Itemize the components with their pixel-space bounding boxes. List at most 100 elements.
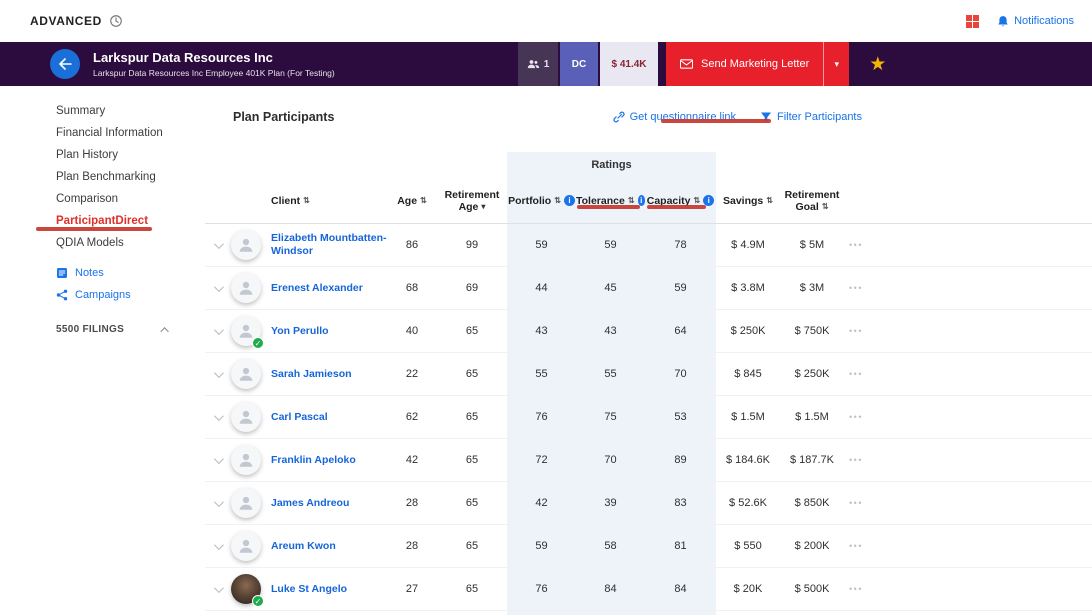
person-icon — [237, 451, 255, 469]
capacity-rating-value: 78 — [645, 224, 716, 266]
sidebar-item-qdia-models[interactable]: QDIA Models — [0, 232, 205, 254]
column-header-retirement-goal[interactable]: Retirement Goal ⇅ — [780, 178, 844, 223]
retirement-goal-value: $ 3M — [780, 267, 844, 309]
savings-value: $ 4.9M — [716, 224, 780, 266]
table-header-row: Client ⇅ Age ⇅ Retirement Age ▾ Portfoli… — [205, 178, 1092, 224]
person-icon — [237, 408, 255, 426]
chevron-down-icon[interactable] — [213, 368, 223, 378]
client-name-link[interactable]: Yon Perullo — [271, 325, 329, 338]
plan-badges: 1 DC $ 41.4K Send Marketing Letter ▾ ★ — [518, 42, 886, 86]
person-icon — [237, 236, 255, 254]
brand-label: ADVANCED — [30, 14, 102, 28]
chevron-down-icon[interactable] — [213, 540, 223, 550]
column-header-savings[interactable]: Savings ⇅ — [716, 178, 780, 223]
avatar: ✓ — [231, 531, 261, 561]
back-button[interactable] — [50, 49, 80, 79]
chevron-down-icon[interactable] — [213, 411, 223, 421]
client-name-link[interactable]: Luke St Angelo — [271, 583, 347, 596]
client-name-link[interactable]: Franklin Apeloko — [271, 454, 356, 467]
person-icon — [237, 494, 255, 512]
notifications-button[interactable]: Notifications — [997, 15, 1074, 28]
table-row: ✓ Sarah Jamieson 22 65 55 55 70 $ 845 $ … — [205, 353, 1092, 396]
row-menu-button[interactable]: ••• — [844, 396, 868, 438]
column-header-client[interactable]: Client ⇅ — [263, 178, 387, 223]
filter-participants-label: Filter Participants — [777, 111, 862, 123]
questionnaire-link[interactable]: Get questionnaire link — [613, 111, 736, 123]
row-menu-button[interactable]: ••• — [844, 267, 868, 309]
favorite-star-icon[interactable]: ★ — [869, 55, 886, 74]
notifications-label: Notifications — [1014, 15, 1074, 27]
client-name-link[interactable]: Areum Kwon — [271, 540, 336, 553]
client-name-link[interactable]: James Andreou — [271, 497, 349, 510]
column-header-tolerance[interactable]: Tolerance ⇅ i — [576, 178, 645, 223]
column-header-retirement-age[interactable]: Retirement Age ▾ — [437, 178, 507, 223]
back-arrow-icon — [58, 58, 72, 70]
tolerance-rating-value: 39 — [576, 482, 645, 524]
client-name-link[interactable]: Elizabeth Mountbatten-Windsor — [271, 232, 387, 258]
row-menu-button[interactable]: ••• — [844, 482, 868, 524]
sidebar-item-summary[interactable]: Summary — [0, 100, 205, 122]
row-menu-button[interactable]: ••• — [844, 224, 868, 266]
sidebar-item-comparison[interactable]: Comparison — [0, 188, 205, 210]
row-menu-button[interactable]: ••• — [844, 353, 868, 395]
tolerance-rating-value: 75 — [576, 396, 645, 438]
client-name-link[interactable]: Carl Pascal — [271, 411, 328, 424]
info-icon[interactable]: i — [703, 195, 714, 206]
client-name-link[interactable]: Sarah Jamieson — [271, 368, 352, 381]
row-menu-button[interactable]: ••• — [844, 525, 868, 567]
participants-table: Ratings Client ⇅ Age ⇅ Retirement Age — [205, 152, 1092, 615]
sidebar-item-campaigns[interactable]: Campaigns — [0, 284, 205, 306]
chevron-down-icon[interactable] — [213, 325, 223, 335]
retirement-goal-value: $ 750K — [780, 310, 844, 352]
chevron-down-icon[interactable] — [213, 239, 223, 249]
filings-label: 5500 FILINGS — [56, 324, 124, 335]
main-header: Plan Participants Get questionnaire link… — [205, 86, 1092, 124]
tolerance-rating-value: 55 — [576, 353, 645, 395]
filter-icon — [760, 111, 772, 123]
sidebar-item-notes[interactable]: Notes — [0, 262, 205, 284]
row-menu-button[interactable]: ••• — [844, 568, 868, 610]
portfolio-rating-value: 55 — [507, 353, 576, 395]
sidebar-item-participantdirect[interactable]: ParticipantDirect — [0, 210, 205, 232]
send-marketing-letter-button[interactable]: Send Marketing Letter — [666, 42, 823, 86]
sidebar-item-financial-information[interactable]: Financial Information — [0, 122, 205, 144]
person-icon — [237, 365, 255, 383]
sort-icon: ⇅ — [694, 196, 701, 205]
ratings-group-header: Ratings — [507, 152, 716, 178]
sort-icon: ⇅ — [628, 196, 635, 205]
marketing-dropdown-button[interactable]: ▾ — [823, 42, 849, 86]
filter-participants-button[interactable]: Filter Participants — [760, 111, 862, 123]
savings-value: $ 52.6K — [716, 482, 780, 524]
mail-icon — [680, 59, 693, 69]
avatar: ✓ — [231, 230, 261, 260]
retirement-age-value: 65 — [437, 482, 507, 524]
capacity-rating-value: 70 — [645, 353, 716, 395]
chevron-down-icon[interactable] — [213, 497, 223, 507]
chevron-up-icon — [160, 327, 168, 335]
sidebar-item-plan-benchmarking[interactable]: Plan Benchmarking — [0, 166, 205, 188]
age-value: 68 — [387, 267, 437, 309]
client-name-link[interactable]: Erenest Alexander — [271, 282, 363, 295]
column-header-portfolio[interactable]: Portfolio ⇅ i — [507, 178, 576, 223]
capacity-rating-value: 59 — [645, 267, 716, 309]
tolerance-rating-value: 58 — [576, 525, 645, 567]
column-header-capacity[interactable]: Capacity ⇅ i — [645, 178, 716, 223]
info-icon[interactable]: i — [638, 195, 645, 206]
row-menu-button[interactable]: ••• — [844, 439, 868, 481]
portfolio-rating-value: 76 — [507, 396, 576, 438]
capacity-rating-value: 81 — [645, 525, 716, 567]
chevron-down-icon[interactable] — [213, 454, 223, 464]
sort-icon: ⇅ — [766, 196, 773, 205]
sort-desc-icon: ▾ — [481, 201, 485, 213]
chevron-down-icon[interactable] — [213, 583, 223, 593]
savings-value: $ 845 — [716, 353, 780, 395]
apps-grid-icon[interactable] — [966, 15, 979, 28]
retirement-goal-value: $ 500K — [780, 568, 844, 610]
column-header-age[interactable]: Age ⇅ — [387, 178, 437, 223]
info-icon[interactable]: i — [564, 195, 575, 206]
row-menu-button[interactable]: ••• — [844, 310, 868, 352]
chevron-down-icon[interactable] — [213, 282, 223, 292]
avatar: ✓ — [231, 316, 261, 346]
sidebar-item-plan-history[interactable]: Plan History — [0, 144, 205, 166]
filings-section-toggle[interactable]: 5500 FILINGS — [0, 324, 205, 335]
